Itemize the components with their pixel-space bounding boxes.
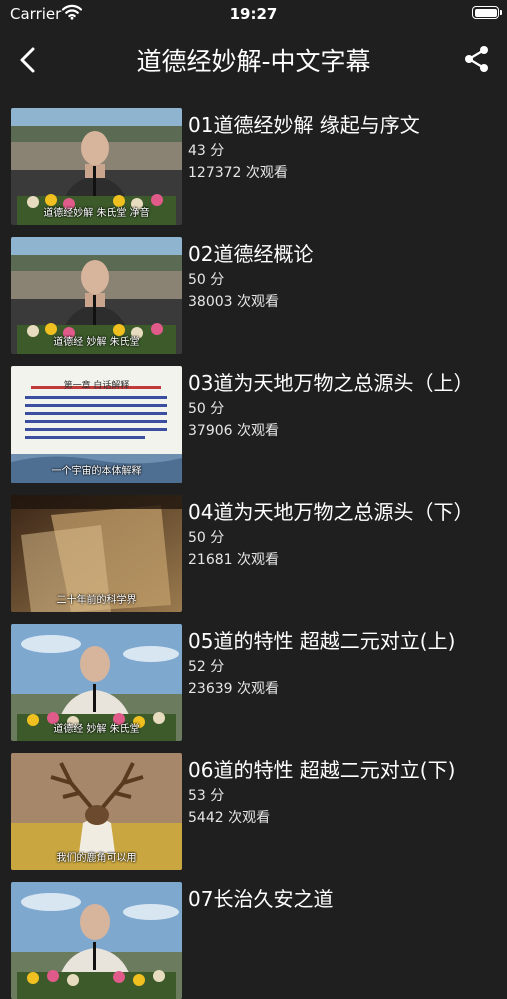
page-title: 道德经妙解-中文字幕 bbox=[136, 47, 371, 76]
video-list-item[interactable]: 我们的鹿角可以用 06道的特性 超越二元对立(下) 53 分 5442 次观看 bbox=[0, 737, 507, 870]
video-thumbnail: 我们的鹿角可以用 bbox=[11, 753, 182, 870]
video-title: 06道的特性 超越二元对立(下) bbox=[188, 758, 456, 782]
thumbnail-caption: 一个宇宙的本体解释 bbox=[51, 466, 142, 477]
video-title: 05道的特性 超越二元对立(上) bbox=[188, 629, 456, 653]
status-bar: Carrier 19:27 bbox=[0, 0, 507, 28]
video-list-item[interactable]: 道德经 妙解 朱氏堂 05道的特性 超越二元对立(上) 52 分 23639 次观看 bbox=[0, 608, 507, 741]
navigation-bar: 道德经妙解-中文字幕 bbox=[0, 28, 507, 92]
video-list-item[interactable]: 07长治久安之道 bbox=[0, 866, 507, 999]
video-duration: 52 分 bbox=[188, 659, 225, 675]
video-thumbnail: 第一章 白话解释一个宇宙的本体解释 bbox=[11, 366, 182, 483]
video-title: 02道德经概论 bbox=[188, 242, 314, 266]
share-button[interactable] bbox=[463, 44, 491, 74]
video-thumbnail: 道德经 妙解 朱氏堂 bbox=[11, 624, 182, 741]
slide-heading: 第一章 白话解释 bbox=[63, 381, 130, 391]
video-thumbnail: 道德经 妙解 朱氏堂 bbox=[11, 237, 182, 354]
video-view-count: 127372 次观看 bbox=[188, 165, 288, 181]
clock: 19:27 bbox=[229, 5, 278, 23]
video-view-count: 38003 次观看 bbox=[188, 294, 279, 310]
share-icon bbox=[465, 46, 488, 72]
video-duration: 50 分 bbox=[188, 272, 225, 288]
video-info: 05道的特性 超越二元对立(上) 52 分 23639 次观看 bbox=[188, 626, 500, 700]
battery-icon bbox=[472, 6, 502, 19]
back-button[interactable] bbox=[14, 44, 44, 76]
video-title: 01道德经妙解 缘起与序文 bbox=[188, 113, 420, 137]
video-view-count: 5442 次观看 bbox=[188, 810, 271, 826]
video-view-count: 21681 次观看 bbox=[188, 552, 279, 568]
video-title: 04道为天地万物之总源头（下） bbox=[188, 500, 474, 524]
video-duration: 50 分 bbox=[188, 530, 225, 546]
video-info: 07长治久安之道 bbox=[188, 884, 500, 914]
video-info: 03道为天地万物之总源头（上） 50 分 37906 次观看 bbox=[188, 368, 500, 442]
thumbnail-caption: 道德经妙解 朱氏堂 净音 bbox=[43, 208, 150, 219]
video-title: 07长治久安之道 bbox=[188, 887, 334, 911]
video-list-item[interactable]: 道德经 妙解 朱氏堂 02道德经概论 50 分 38003 次观看 bbox=[0, 221, 507, 354]
video-view-count: 37906 次观看 bbox=[188, 423, 279, 439]
video-list-item[interactable]: 道德经妙解 朱氏堂 净音 01道德经妙解 缘起与序文 43 分 127372 次观看 bbox=[0, 92, 507, 225]
thumbnail-caption: 二十年前的科学界 bbox=[56, 595, 137, 606]
video-view-count: 23639 次观看 bbox=[188, 681, 279, 697]
video-thumbnail: 道德经妙解 朱氏堂 净音 bbox=[11, 108, 182, 225]
thumbnail-caption: 我们的鹿角可以用 bbox=[56, 853, 137, 864]
video-duration: 53 分 bbox=[188, 788, 225, 804]
thumbnail-caption: 道德经 妙解 朱氏堂 bbox=[53, 337, 140, 348]
video-info: 04道为天地万物之总源头（下） 50 分 21681 次观看 bbox=[188, 497, 500, 571]
video-duration: 50 分 bbox=[188, 401, 225, 417]
video-list-item[interactable]: 第一章 白话解释 一个宇宙的本体解释 03道为天地万物之总源头（上） 50 分 3790… bbox=[0, 350, 507, 483]
video-info: 01道德经妙解 缘起与序文 43 分 127372 次观看 bbox=[188, 110, 500, 184]
video-duration: 43 分 bbox=[188, 143, 225, 159]
video-info: 06道的特性 超越二元对立(下) 53 分 5442 次观看 bbox=[188, 755, 500, 829]
video-info: 02道德经概论 50 分 38003 次观看 bbox=[188, 239, 500, 313]
video-title: 03道为天地万物之总源头（上） bbox=[188, 371, 474, 395]
thumbnail-caption: 道德经 妙解 朱氏堂 bbox=[53, 724, 140, 735]
video-list-item[interactable]: 二十年前的科学界 04道为天地万物之总源头（下） 50 分 21681 次观看 bbox=[0, 479, 507, 612]
chevron-left-icon bbox=[20, 47, 35, 73]
video-thumbnail: 二十年前的科学界 bbox=[11, 495, 182, 612]
